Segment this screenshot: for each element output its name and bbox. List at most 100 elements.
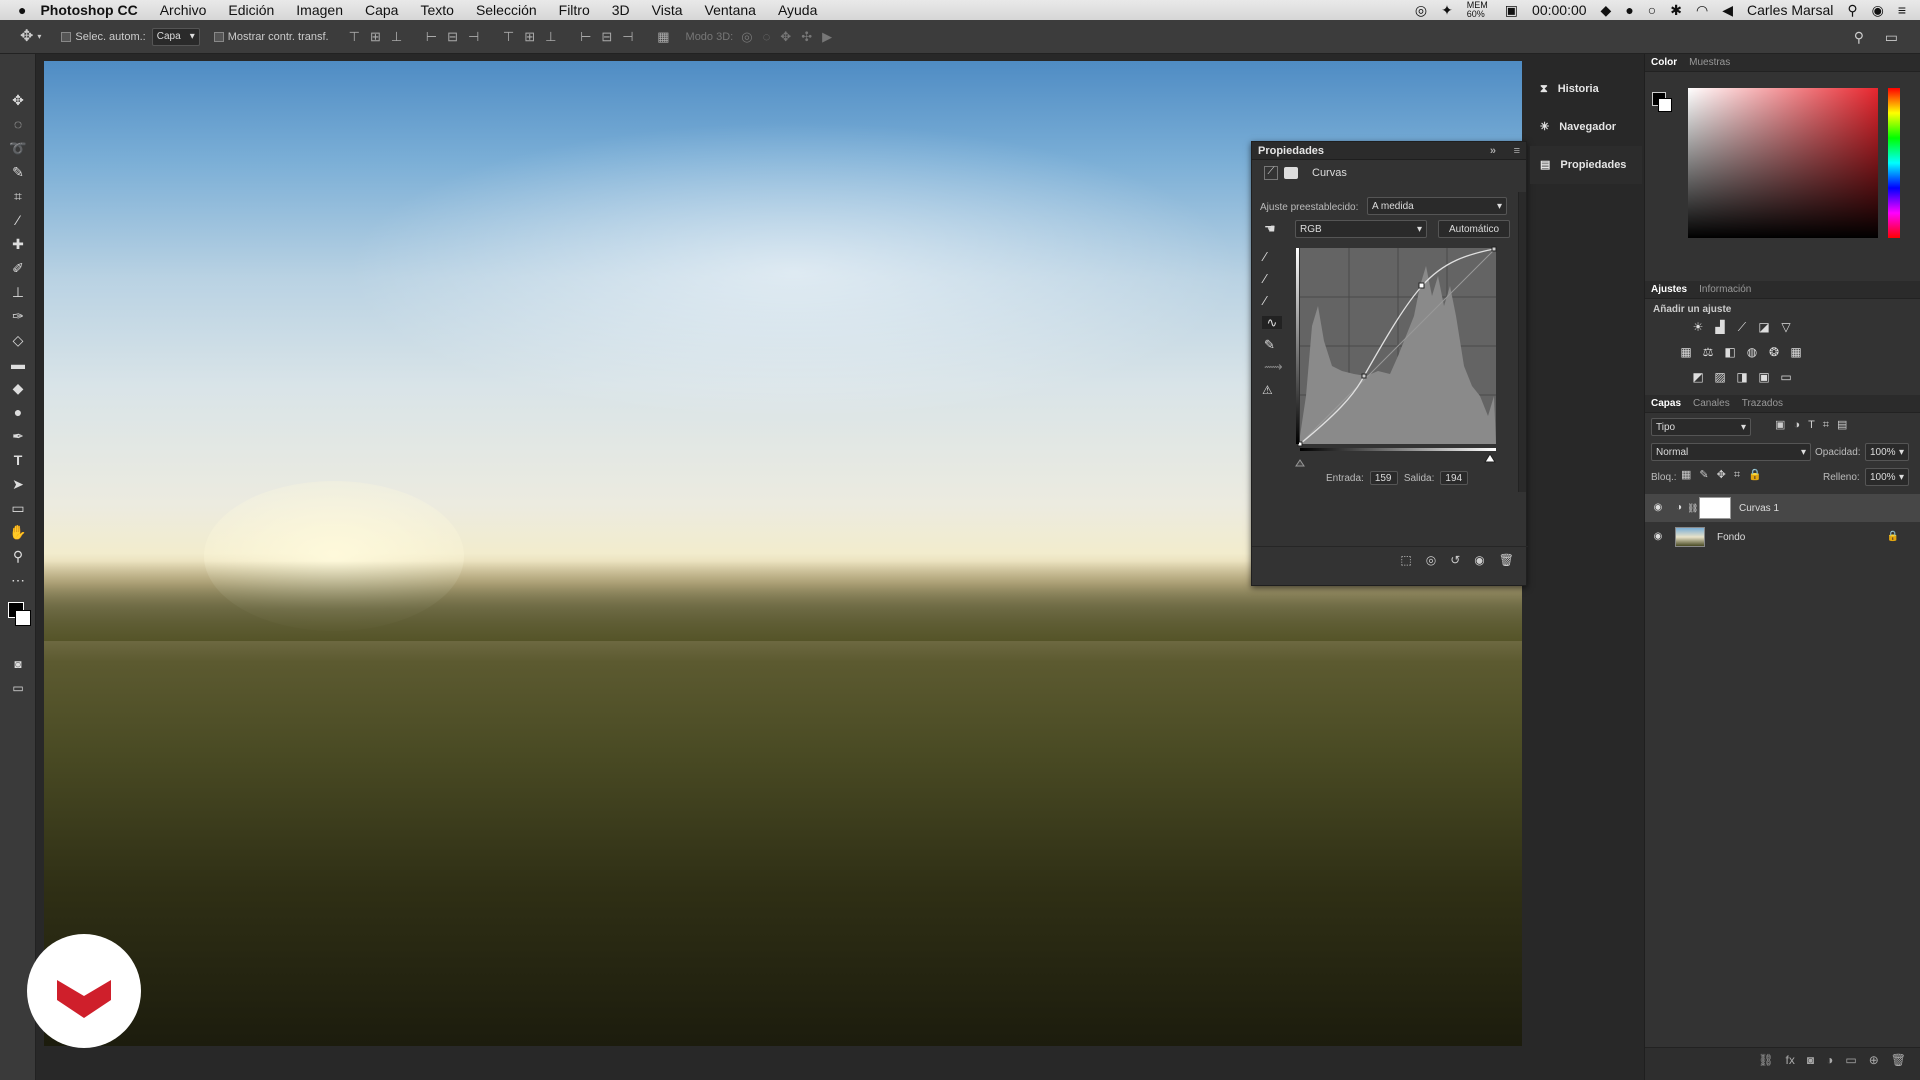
- curves-adjustment-icon[interactable]: ⟋: [1264, 166, 1278, 180]
- eraser-tool-icon[interactable]: ◇: [8, 330, 28, 350]
- background-color-swatch[interactable]: [15, 610, 31, 626]
- auto-select-target[interactable]: Capa ▾: [151, 27, 200, 46]
- selective-color-icon[interactable]: ▣: [1756, 370, 1772, 384]
- curves-graph[interactable]: [1294, 246, 1500, 468]
- curves-icon[interactable]: ⟋: [1734, 320, 1750, 334]
- align-buttons[interactable]: ⊤⊞⊥ ⊢⊟⊣ ⊤⊞⊥ ⊢⊟⊣ ▦: [349, 29, 680, 45]
- tab-swatches[interactable]: Muestras: [1689, 57, 1730, 68]
- black-white-icon[interactable]: ◧: [1722, 345, 1738, 359]
- output-field[interactable]: 194: [1440, 471, 1469, 485]
- move-tool-icon[interactable]: ✥: [20, 28, 33, 45]
- wechat-icon[interactable]: ◆: [1601, 3, 1612, 17]
- gray-point-eyedropper-icon[interactable]: ⁄: [1264, 272, 1266, 285]
- lasso-tool-icon[interactable]: ➰: [8, 138, 28, 158]
- dropbox-icon[interactable]: ✦: [1441, 3, 1453, 17]
- tab-paths[interactable]: Trazados: [1742, 398, 1783, 409]
- filter-pixel-icon[interactable]: ▣: [1775, 420, 1785, 431]
- layer-name[interactable]: Fondo: [1717, 532, 1745, 543]
- menu-vista[interactable]: Vista: [652, 2, 683, 18]
- brush-tool-icon[interactable]: ✐: [8, 258, 28, 278]
- lock-position-icon[interactable]: ✥: [1717, 470, 1726, 481]
- move-tool-icon[interactable]: ✥: [8, 90, 28, 110]
- tab-channels[interactable]: Canales: [1693, 398, 1730, 409]
- input-field[interactable]: 159: [1369, 471, 1398, 485]
- more-tools-icon[interactable]: ⋯: [8, 570, 28, 590]
- screen-mode-icon[interactable]: ▭: [8, 678, 28, 698]
- brightness-icon[interactable]: ☀: [1690, 320, 1706, 334]
- clipping-warning-icon[interactable]: ⚠: [1262, 384, 1273, 396]
- posterize-icon[interactable]: ▨: [1712, 370, 1728, 384]
- menu-seleccion[interactable]: Selección: [476, 2, 537, 18]
- filter-type-icon[interactable]: T: [1808, 420, 1815, 431]
- menu-archivo[interactable]: Archivo: [160, 2, 207, 18]
- volume-icon[interactable]: ◀: [1722, 3, 1733, 17]
- lock-artboard-icon[interactable]: ⌗: [1734, 470, 1740, 481]
- m-app-icon[interactable]: ●: [1625, 3, 1633, 17]
- hand-tool-icon[interactable]: ✋: [8, 522, 28, 542]
- user-name[interactable]: Carles Marsal: [1747, 2, 1833, 18]
- lock-all-icon[interactable]: 🔒: [1748, 470, 1762, 481]
- lock-pixels-icon[interactable]: ✎: [1699, 470, 1708, 481]
- blur-tool-icon[interactable]: ◆: [8, 378, 28, 398]
- curve-point-tool-icon[interactable]: ∿: [1262, 316, 1282, 329]
- tab-info[interactable]: Información: [1699, 284, 1751, 295]
- tab-layers[interactable]: Capas: [1651, 398, 1681, 409]
- menu-edicion[interactable]: Edición: [228, 2, 274, 18]
- lock-transparency-icon[interactable]: ▦: [1681, 470, 1691, 481]
- tab-color[interactable]: Color: [1651, 57, 1677, 68]
- dodge-tool-icon[interactable]: ●: [8, 402, 28, 422]
- crop-tool-icon[interactable]: ⌗: [8, 186, 28, 206]
- notifications-icon[interactable]: ≡: [1898, 3, 1906, 17]
- invert-icon[interactable]: ◩: [1690, 370, 1706, 384]
- menu-filtro[interactable]: Filtro: [559, 2, 590, 18]
- reset-icon[interactable]: ↺: [1450, 554, 1460, 566]
- view-previous-icon[interactable]: ◎: [1426, 554, 1436, 566]
- healing-tool-icon[interactable]: ✚: [8, 234, 28, 254]
- visibility-eye-icon[interactable]: ◉: [1645, 503, 1671, 513]
- search-icon[interactable]: ⚲: [1847, 3, 1857, 17]
- layer-mask-thumbnail[interactable]: [1699, 497, 1731, 519]
- new-layer-icon[interactable]: ⊕: [1869, 1054, 1879, 1066]
- app-menu[interactable]: Photoshop CC: [40, 2, 137, 18]
- menu-capa[interactable]: Capa: [365, 2, 398, 18]
- chevron-down-icon[interactable]: ▾: [37, 32, 41, 41]
- stamp-tool-icon[interactable]: ⊥: [8, 282, 28, 302]
- opacity-field[interactable]: 100% ▾: [1865, 443, 1909, 461]
- apple-icon[interactable]: ●: [18, 3, 26, 17]
- link-icon[interactable]: ⛓: [1687, 503, 1698, 513]
- menu-ventana[interactable]: Ventana: [705, 2, 756, 18]
- color-lookup-icon[interactable]: ▦: [1788, 345, 1804, 359]
- fx-icon[interactable]: fx: [1786, 1054, 1795, 1066]
- new-group-icon[interactable]: ▭: [1845, 1054, 1856, 1066]
- visibility-eye-icon[interactable]: ◉: [1474, 554, 1484, 566]
- quick-select-tool-icon[interactable]: ✎: [8, 162, 28, 182]
- background-color-swatch[interactable]: [1658, 98, 1672, 112]
- menu-texto[interactable]: Texto: [420, 2, 453, 18]
- scrollbar[interactable]: [1518, 192, 1526, 492]
- screen-record-icon[interactable]: ▣: [1505, 3, 1518, 17]
- filter-shape-icon[interactable]: ⌗: [1823, 420, 1829, 431]
- menu-3d[interactable]: 3D: [612, 2, 630, 18]
- layer-row[interactable]: ◉ ◑ ⛓ Curvas 1: [1645, 494, 1920, 522]
- black-point-eyedropper-icon[interactable]: ⁄: [1264, 250, 1266, 263]
- panel-menu-icon[interactable]: ≡: [1514, 142, 1520, 160]
- clip-to-layer-icon[interactable]: ⬚: [1400, 554, 1411, 566]
- vibrance-icon[interactable]: ▽: [1778, 320, 1794, 334]
- levels-icon[interactable]: ▟: [1712, 320, 1728, 334]
- chat-icon[interactable]: ○: [1648, 3, 1656, 17]
- properties-panel-button[interactable]: ▤ Propiedades: [1530, 146, 1642, 184]
- layer-name[interactable]: Curvas 1: [1739, 503, 1779, 514]
- color-picker-field[interactable]: [1688, 88, 1878, 238]
- trash-icon[interactable]: 🗑: [1499, 554, 1514, 566]
- pencil-curve-icon[interactable]: ✎: [1264, 338, 1275, 351]
- search-icon[interactable]: ⚲: [1854, 30, 1864, 44]
- workspace-icon[interactable]: ▭: [1885, 30, 1898, 44]
- menu-ayuda[interactable]: Ayuda: [778, 2, 817, 18]
- type-tool-icon[interactable]: T: [8, 450, 28, 470]
- white-point-eyedropper-icon[interactable]: ⁄: [1264, 294, 1266, 307]
- collapse-icon[interactable]: »: [1490, 142, 1496, 160]
- auto-button[interactable]: Automático: [1438, 220, 1510, 238]
- link-layers-icon[interactable]: ⛓: [1758, 1054, 1773, 1066]
- auto-select-checkbox[interactable]: [61, 31, 75, 43]
- photo-filter-icon[interactable]: ◍: [1744, 345, 1760, 359]
